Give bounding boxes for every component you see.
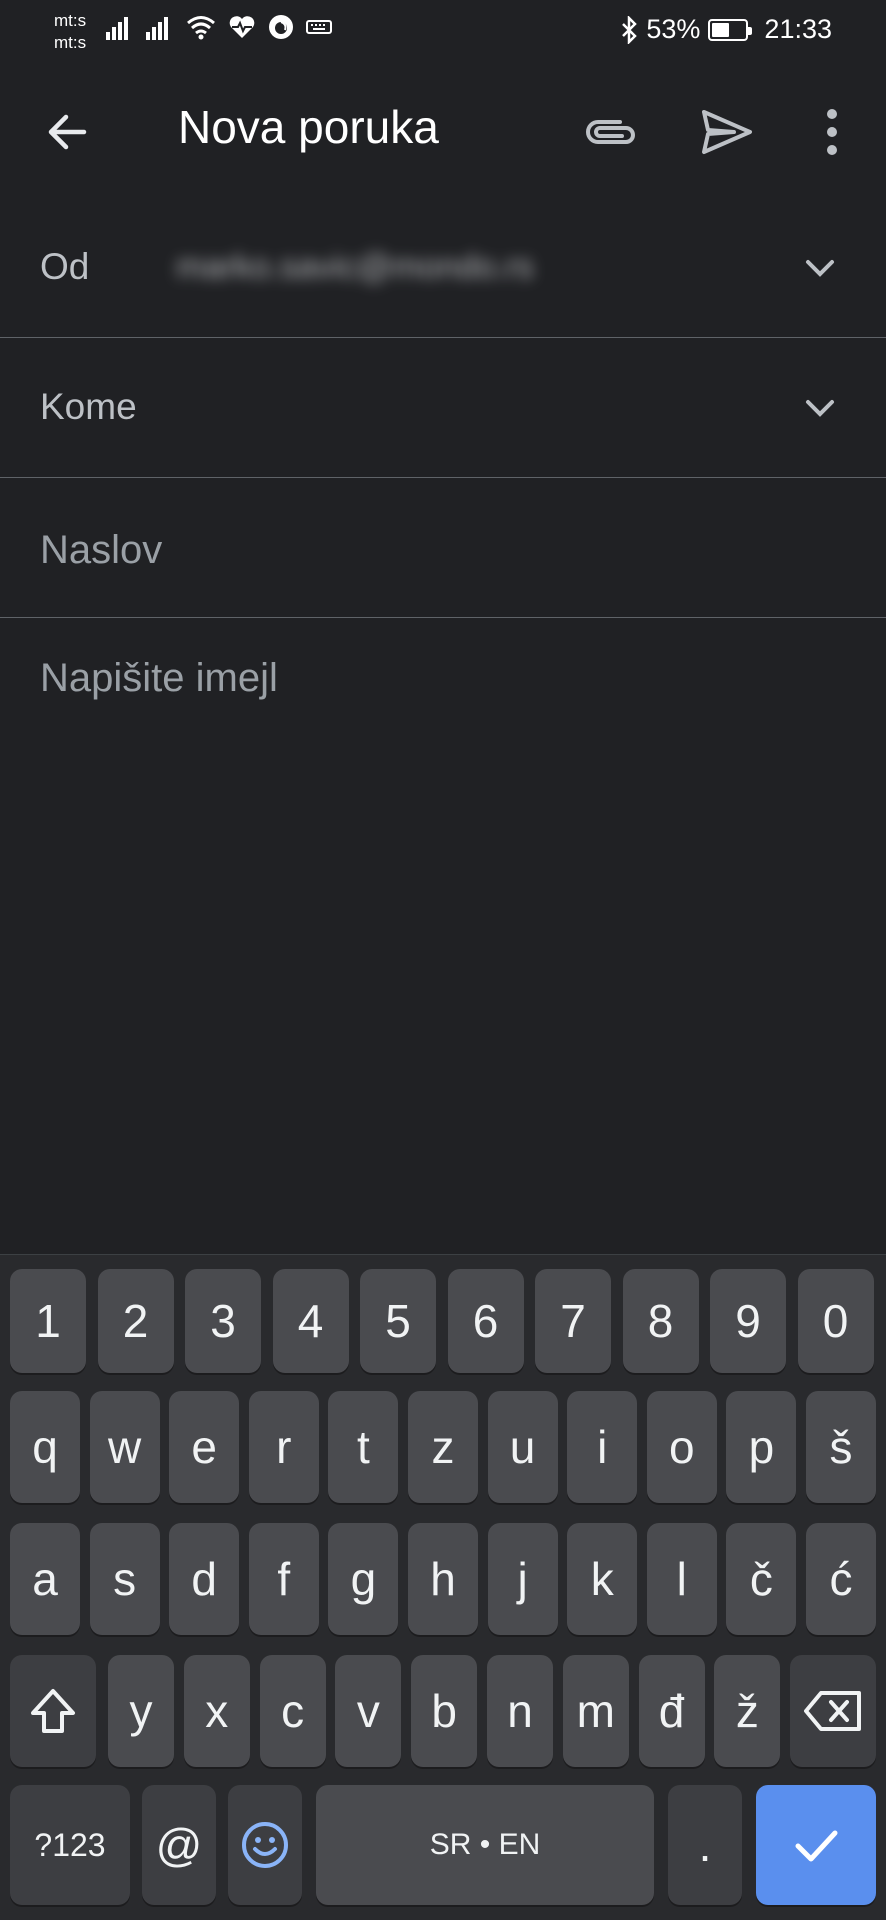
send-icon[interactable] [694,100,758,164]
key-k[interactable]: k [567,1523,638,1635]
paperclip-icon[interactable] [580,102,640,162]
key-shift[interactable] [10,1655,96,1767]
key-digit-4[interactable]: 4 [272,1269,349,1373]
key-h[interactable]: h [408,1523,478,1635]
subject-placeholder: Naslov [40,528,163,572]
key-period[interactable]: . [668,1785,742,1905]
key-digit-3[interactable]: 3 [185,1269,261,1373]
key-č[interactable]: č [726,1523,797,1635]
key-v[interactable]: v [335,1655,402,1767]
backspace-icon [804,1691,861,1731]
status-bar: mt:s mt:s 53% 21:33 [0,0,886,62]
battery-percent: 53% [646,14,701,44]
soft-keyboard: ?123 @ SR • EN . 1234567890 qwertzuiopš as… [0,1254,886,1920]
chevron-down-icon[interactable] [802,390,838,426]
to-field[interactable]: Kome [0,338,886,478]
key-g[interactable]: g [328,1523,399,1635]
key-x[interactable]: x [183,1655,250,1767]
key-backspace[interactable] [790,1655,876,1767]
firefox-icon [269,15,293,39]
keyboard-icon [306,20,332,34]
key-enter[interactable] [756,1785,876,1905]
emoji-icon [242,1822,288,1868]
key-y[interactable]: y [108,1655,174,1767]
key-d[interactable]: d [169,1523,240,1635]
status-icons-left [106,14,332,40]
carrier-2: mt:s [54,33,87,52]
key-digit-6[interactable]: 6 [447,1269,524,1373]
chevron-down-icon[interactable] [802,250,838,286]
key-digit-2[interactable]: 2 [97,1269,174,1373]
carrier-labels: mt:s mt:s [54,10,86,54]
key-i[interactable]: i [567,1391,638,1503]
wifi-icon [187,16,215,40]
key-r[interactable]: r [248,1391,319,1503]
key-emoji[interactable] [228,1785,302,1905]
key-c[interactable]: c [259,1655,326,1767]
signal-icon [146,17,168,40]
carrier-1: mt:s [54,11,87,30]
shift-icon [31,1689,75,1733]
body-input[interactable]: Napišite imejl [40,656,278,701]
key-ć[interactable]: ć [806,1523,876,1635]
key-o[interactable]: o [646,1391,717,1503]
back-arrow-icon[interactable] [40,104,96,160]
signal-icon [106,17,128,40]
key-f[interactable]: f [248,1523,319,1635]
key-l[interactable]: l [646,1523,717,1635]
key-z[interactable]: z [408,1391,478,1503]
key-a[interactable]: a [10,1523,80,1635]
from-field[interactable]: Od marko.savic@mondo.rs [0,200,886,338]
key-đ[interactable]: đ [638,1655,705,1767]
key-digit-8[interactable]: 8 [622,1269,699,1373]
app-bar: Nova poruka [0,62,886,202]
key-q[interactable]: q [10,1391,80,1503]
bluetooth-icon [622,15,638,44]
key-symbols[interactable]: ?123 [10,1785,130,1905]
key-p[interactable]: p [726,1391,797,1503]
from-label: Od [40,246,90,287]
subject-field[interactable]: Naslov [0,478,886,618]
key-ž[interactable]: ž [714,1655,781,1767]
key-s[interactable]: s [89,1523,160,1635]
clock: 21:33 [764,14,832,44]
key-digit-9[interactable]: 9 [710,1269,786,1373]
key-n[interactable]: n [487,1655,553,1767]
key-space[interactable]: SR • EN [316,1785,654,1905]
status-icons-right: 53% 21:33 [620,14,832,45]
key-b[interactable]: b [411,1655,478,1767]
to-label: Kome [40,386,137,427]
key-w[interactable]: w [89,1391,160,1503]
key-u[interactable]: u [487,1391,558,1503]
health-heart-icon [229,16,255,38]
page-title: Nova poruka [178,101,439,153]
key-digit-7[interactable]: 7 [535,1269,611,1373]
key-digit-1[interactable]: 1 [10,1269,86,1373]
key-j[interactable]: j [487,1523,558,1635]
key-at[interactable]: @ [142,1785,216,1905]
key-š[interactable]: š [806,1391,876,1503]
more-vert-icon[interactable] [812,102,852,162]
key-digit-0[interactable]: 0 [797,1269,874,1373]
battery-icon [708,18,753,41]
key-m[interactable]: m [562,1655,629,1767]
key-digit-5[interactable]: 5 [360,1269,436,1373]
from-address: marko.savic@mondo.rs [176,248,534,286]
key-t[interactable]: t [328,1391,399,1503]
checkmark-icon [795,1830,838,1862]
key-e[interactable]: e [169,1391,240,1503]
